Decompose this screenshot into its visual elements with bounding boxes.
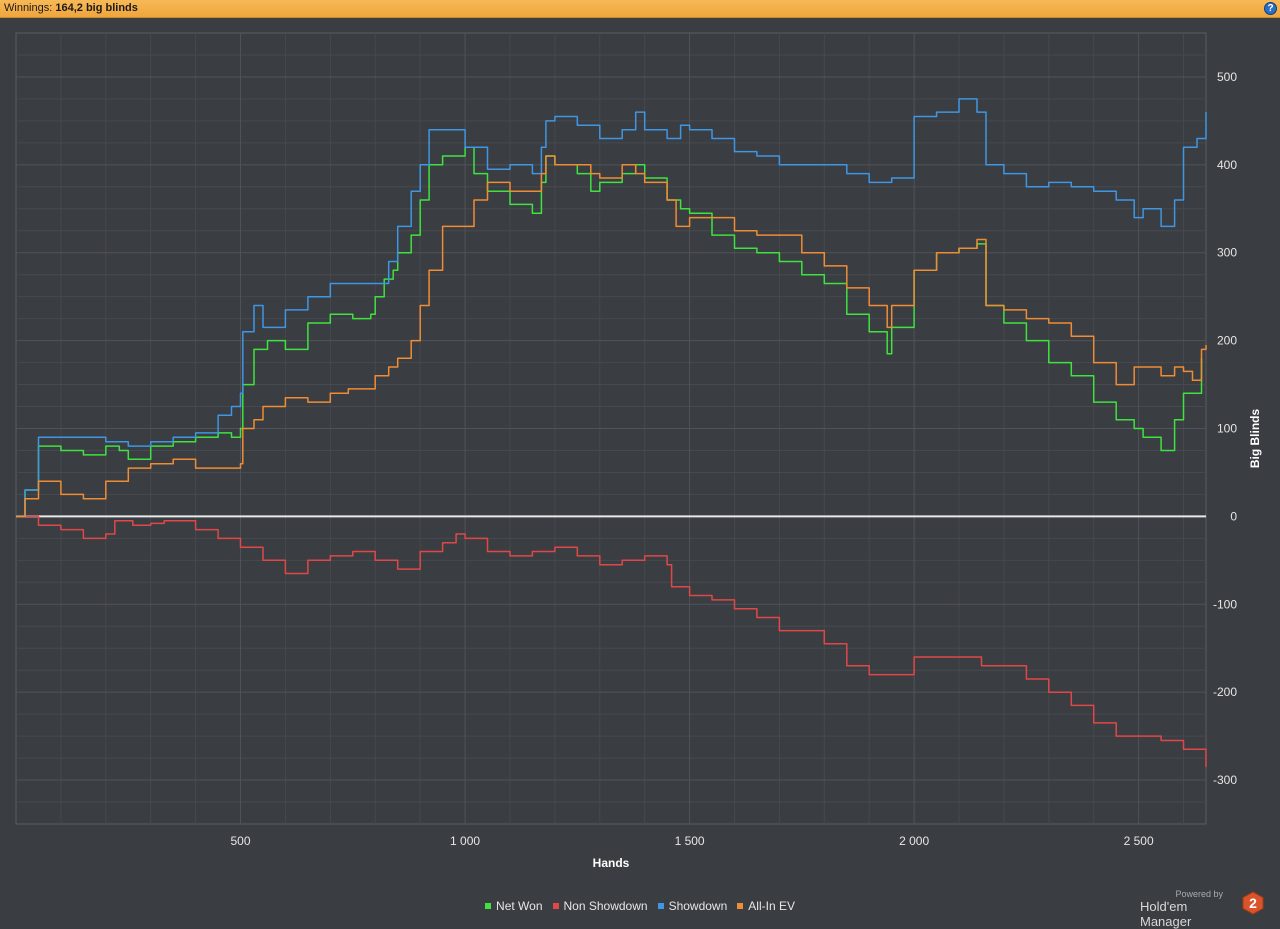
y-axis-title: Big Blinds (1248, 409, 1262, 469)
legend-item-net-won[interactable]: Net Won (485, 898, 543, 914)
y-tick-label: 0 (1230, 509, 1237, 523)
legend-swatch-net-won (485, 903, 492, 909)
winnings-value: 164,2 big blinds (55, 2, 138, 14)
y-tick-label: -100 (1213, 597, 1237, 611)
legend-item-showdown[interactable]: Showdown (657, 898, 728, 914)
x-tick-label: 1 000 (450, 834, 480, 848)
branding: Powered by Hold'em Manager 2 (1140, 887, 1264, 929)
powered-by-text: Powered by (1175, 889, 1223, 899)
y-tick-label: 300 (1217, 246, 1237, 260)
legend-item-non-showdown[interactable]: Non Showdown (552, 898, 648, 914)
legend-swatch-all-in-ev (737, 903, 744, 909)
y-tick-label: -300 (1213, 773, 1237, 787)
chart-grid (15, 32, 1207, 825)
legend-swatch-showdown (657, 903, 664, 909)
hm2-logo-icon: 2 (1242, 891, 1264, 915)
help-icon[interactable]: ? (1264, 2, 1277, 15)
y-tick-label: 200 (1217, 334, 1237, 348)
x-tick-label: 500 (231, 834, 251, 848)
product-name: Hold'em Manager (1140, 899, 1192, 929)
y-tick-label: -200 (1213, 685, 1237, 699)
legend-label-net-won: Net Won (496, 899, 543, 913)
x-tick-label: 2 000 (899, 834, 929, 848)
x-tick-label: 1 500 (675, 834, 705, 848)
legend-label-non-showdown: Non Showdown (563, 899, 648, 913)
y-tick-label: 500 (1217, 70, 1237, 84)
winnings-chart: 500 1 000 1 500 2 000 2 500 -300 -200 -100 0 100 2… (15, 32, 1262, 870)
legend-label-showdown: Showdown (668, 899, 728, 913)
y-tick-label: 100 (1217, 422, 1237, 436)
x-tick-label: 2 500 (1124, 834, 1154, 848)
winnings-label: Winnings: (4, 2, 53, 14)
x-axis-title: Hands (593, 856, 630, 870)
legend-label-all-in-ev: All-In EV (748, 899, 795, 913)
legend-swatch-non-showdown (552, 903, 559, 909)
chart-legend: Net Won Non Showdown Showdown All-In EV (0, 898, 1280, 914)
y-tick-label: 400 (1217, 158, 1237, 172)
winnings-bar: Winnings: 164,2 big blinds ? (0, 0, 1280, 18)
logo-version-text: 2 (1249, 895, 1257, 911)
legend-item-all-in-ev[interactable]: All-In EV (737, 898, 795, 914)
